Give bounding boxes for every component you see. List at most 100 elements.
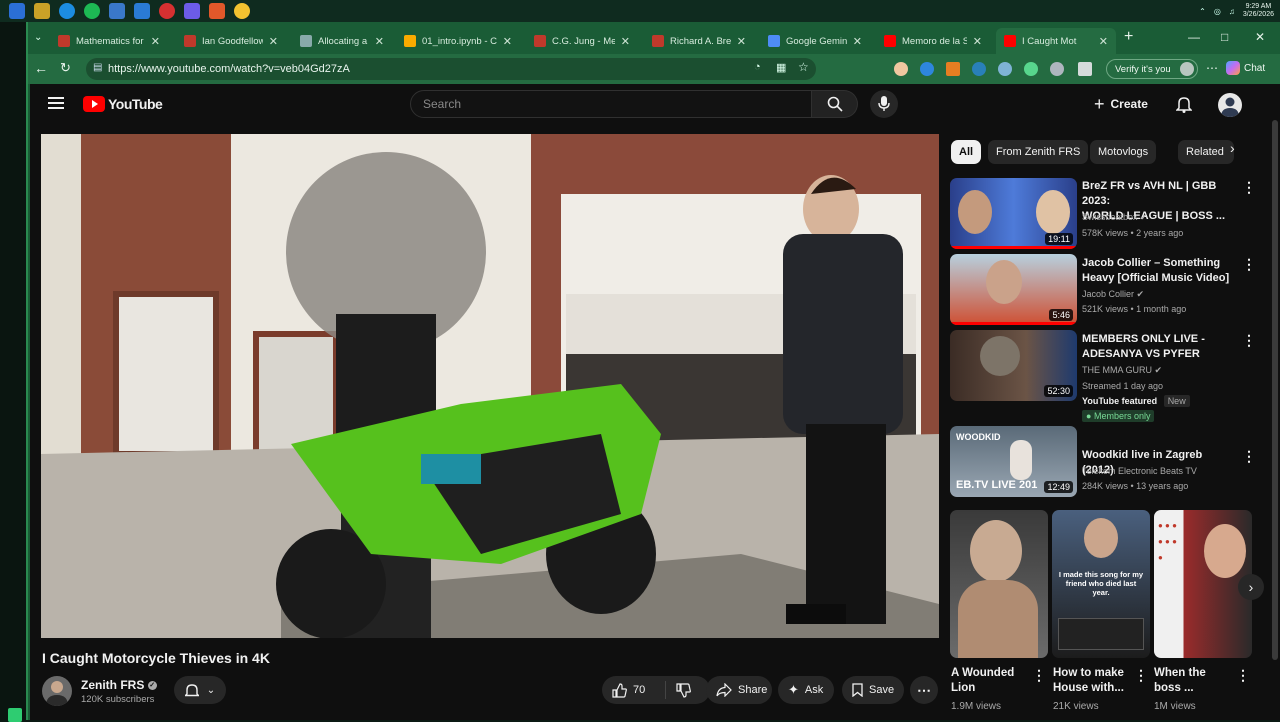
minimize-icon[interactable]: —	[1188, 30, 1200, 44]
save-button[interactable]: Save	[842, 676, 904, 704]
close-tab-icon[interactable]: ✕	[621, 35, 630, 48]
extension-calendar-icon[interactable]	[920, 62, 934, 76]
create-button[interactable]: + Create	[1094, 92, 1148, 116]
calendar-icon[interactable]	[134, 3, 150, 19]
short-title[interactable]: A Wounded Lion	[951, 666, 1031, 696]
chevron-up-icon[interactable]: ⌃	[1199, 7, 1206, 16]
share-button[interactable]: Share	[706, 676, 772, 704]
notifications-bell-icon[interactable]	[1176, 95, 1192, 113]
rec-thumbnail[interactable]: 5:46	[950, 254, 1077, 325]
close-window-icon[interactable]: ✕	[1255, 30, 1265, 44]
short-kebab-icon[interactable]: ⋮	[1134, 667, 1148, 684]
chrome-icon[interactable]	[234, 3, 250, 19]
spotify-icon[interactable]	[84, 3, 100, 19]
back-icon[interactable]: ←	[34, 60, 48, 76]
youtube-logo[interactable]: YouTube	[83, 96, 163, 112]
browser-tab[interactable]: C.G. Jung - Memo ✕	[526, 28, 638, 54]
rec-kebab-icon[interactable]: ⋮	[1242, 332, 1256, 349]
app-icon[interactable]	[109, 3, 125, 19]
more-menu-icon[interactable]: ⋯	[1206, 61, 1218, 75]
short-title[interactable]: When the boss ...	[1154, 666, 1234, 696]
ask-button[interactable]: ✦ Ask	[778, 676, 834, 704]
close-tab-icon[interactable]: ✕	[1099, 35, 1108, 48]
new-tab-icon[interactable]: +	[1124, 28, 1133, 46]
chip-from-channel[interactable]: From Zenith FRS	[988, 140, 1089, 164]
maximize-icon[interactable]: □	[1221, 30, 1228, 44]
shorts-next-chevron-icon[interactable]: ›	[1238, 574, 1264, 600]
brave-icon[interactable]	[209, 3, 225, 19]
extension-gear-icon[interactable]	[972, 62, 986, 76]
browser-tab[interactable]: Memoro de la S^t ✕	[876, 28, 990, 54]
chip-related[interactable]: Related	[1178, 140, 1234, 164]
subscribe-notifications-button[interactable]: ⌄	[174, 676, 226, 704]
clock[interactable]: 9:29 AM 3/26/2026	[1243, 3, 1274, 19]
extension-refresh-icon[interactable]	[1024, 62, 1038, 76]
page-scrollbar[interactable]	[1272, 120, 1278, 660]
like-button[interactable]: 70	[602, 681, 666, 699]
files-icon[interactable]	[9, 3, 25, 19]
more-actions-button[interactable]: ⋯	[910, 676, 938, 704]
channel-name[interactable]: Zenith FRS ✓	[81, 678, 157, 692]
rec-title[interactable]: MEMBERS ONLY LIVE - ADESANYA VS PYFER	[1082, 332, 1232, 362]
close-tab-icon[interactable]: ✕	[853, 35, 862, 48]
close-tab-icon[interactable]: ✕	[503, 35, 512, 48]
channel-avatar[interactable]	[42, 676, 72, 706]
search-input[interactable]: Search	[410, 90, 812, 118]
close-tab-icon[interactable]: ✕	[737, 35, 746, 48]
extension-shape-icon[interactable]	[946, 62, 960, 76]
dislike-button[interactable]	[666, 682, 691, 698]
rec-kebab-icon[interactable]: ⋮	[1242, 179, 1256, 196]
browser-tab[interactable]: 01_intro.ipynb - Co ✕	[396, 28, 520, 54]
site-info-icon[interactable]: ▤	[93, 62, 102, 73]
url-field[interactable]: ▤ https://www.youtube.com/watch?v=veb04G…	[86, 58, 816, 80]
copilot-chat-button[interactable]: Chat	[1226, 61, 1265, 75]
record-icon[interactable]	[159, 3, 175, 19]
read-aloud-icon[interactable]: ◔	[754, 61, 761, 73]
rec-channel[interactable]: Jacob Collier ✔	[1082, 289, 1144, 300]
favorites-icon[interactable]	[1078, 62, 1092, 76]
extension-avatar-icon[interactable]	[894, 62, 908, 76]
search-button[interactable]	[812, 90, 858, 118]
browser-tab[interactable]: Mathematics for M ✕	[50, 28, 168, 54]
rec-kebab-icon[interactable]: ⋮	[1242, 256, 1256, 273]
short-thumbnail[interactable]: I made this song for my friend who died …	[1052, 510, 1150, 658]
short-kebab-icon[interactable]: ⋮	[1236, 667, 1250, 684]
video-player[interactable]	[41, 134, 939, 638]
rec-channel[interactable]: Telekom Electronic Beats TV	[1082, 466, 1197, 476]
rec-channel[interactable]: THE MMA GURU ✔	[1082, 365, 1162, 376]
browser-tab[interactable]: Richard A. Brealey ✕	[644, 28, 754, 54]
verify-profile-button[interactable]: Verify it's you	[1106, 59, 1198, 79]
reload-icon[interactable]: ↻	[60, 60, 71, 76]
short-title[interactable]: How to make House with...	[1053, 666, 1133, 696]
rec-kebab-icon[interactable]: ⋮	[1242, 448, 1256, 465]
browser-tab[interactable]: Allocating a Back ✕	[292, 28, 392, 54]
rec-thumbnail[interactable]: 19:11	[950, 178, 1077, 249]
voice-search-button[interactable]	[870, 90, 898, 118]
browser-tab[interactable]: Google Gemini ✕	[760, 28, 870, 54]
pattern-icon[interactable]	[184, 3, 200, 19]
close-tab-icon[interactable]: ✕	[375, 35, 384, 48]
browser-tab[interactable]: I Caught Mot ✕	[996, 28, 1116, 54]
extension-openai-icon[interactable]	[998, 62, 1012, 76]
account-avatar[interactable]	[1218, 93, 1242, 117]
favorite-star-icon[interactable]: ☆	[798, 60, 809, 74]
close-tab-icon[interactable]: ✕	[151, 35, 160, 48]
rec-channel[interactable]: Swissbeatbox ✔	[1082, 212, 1148, 223]
menu-icon[interactable]	[48, 96, 64, 110]
close-tab-icon[interactable]: ✕	[973, 35, 982, 48]
close-tab-icon[interactable]: ✕	[269, 35, 278, 48]
app-available-icon[interactable]: ▦	[776, 61, 786, 74]
folder-icon[interactable]	[34, 3, 50, 19]
network-icon[interactable]: ◎	[1214, 7, 1221, 16]
chip-motovlogs[interactable]: Motovlogs	[1090, 140, 1157, 164]
browser-tab[interactable]: Ian Goodfellow, Yo ✕	[176, 28, 286, 54]
rec-thumbnail[interactable]: WOODKID EB.TV LIVE 201 12:49	[950, 426, 1077, 497]
short-thumbnail[interactable]	[950, 510, 1048, 658]
chips-next-chevron-icon[interactable]: ›	[1230, 140, 1235, 156]
rec-title[interactable]: Jacob Collier – Something Heavy [Officia…	[1082, 256, 1232, 286]
short-kebab-icon[interactable]: ⋮	[1032, 667, 1046, 684]
extensions-puzzle-icon[interactable]	[1050, 62, 1064, 76]
volume-icon[interactable]: ♫	[1229, 7, 1235, 16]
tab-actions-icon[interactable]: ⌄	[34, 32, 42, 43]
edge-icon[interactable]	[59, 3, 75, 19]
